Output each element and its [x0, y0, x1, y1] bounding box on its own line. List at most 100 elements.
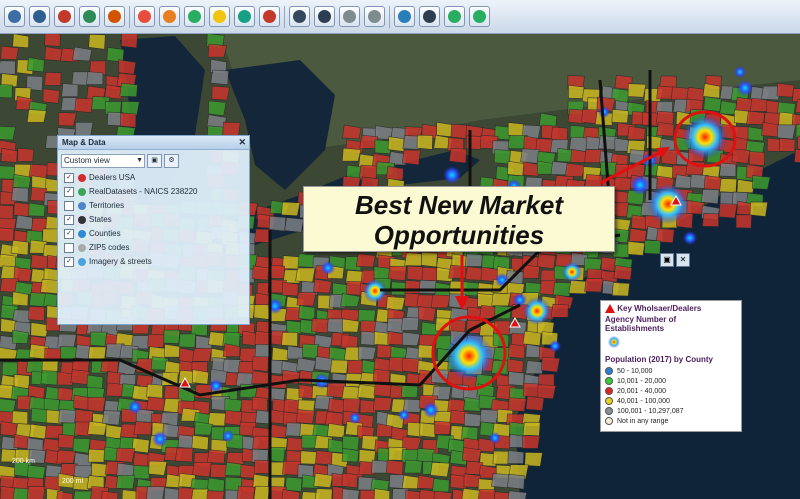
circle-outline-icon	[78, 215, 86, 224]
county-shape	[164, 343, 180, 358]
county-shape	[341, 447, 360, 463]
target-button[interactable]	[104, 6, 125, 27]
layer-checkbox[interactable]	[64, 242, 74, 253]
layers-icon	[188, 10, 201, 23]
county-shape	[416, 134, 434, 150]
ruler-button[interactable]	[339, 6, 360, 27]
county-shape	[0, 60, 16, 75]
county-shape	[298, 305, 316, 321]
county-shape	[313, 472, 333, 488]
close-icon[interactable]: ✕	[238, 136, 246, 149]
legend-range-row: Not in any range	[605, 416, 737, 426]
county-shape	[87, 396, 106, 413]
settings-icon[interactable]: ⚙	[164, 154, 179, 168]
county-shape	[655, 228, 675, 243]
layer-row[interactable]: ✓ Dealers USA	[64, 172, 249, 183]
layer-checkbox[interactable]: ✓	[64, 172, 74, 183]
county-shape	[703, 96, 722, 112]
table-button[interactable]	[419, 6, 440, 27]
layer-checkbox[interactable]: ✓	[64, 186, 74, 197]
county-shape	[0, 45, 19, 60]
county-shape	[252, 356, 269, 372]
county-shape	[56, 371, 74, 386]
county-shape	[507, 343, 526, 359]
layer-checkbox[interactable]: ✓	[64, 228, 74, 239]
chart-button[interactable]	[314, 6, 335, 27]
layer-label: Imagery & streets	[89, 257, 152, 266]
county-shape	[58, 409, 78, 424]
people-button[interactable]	[29, 6, 50, 27]
export-button[interactable]	[444, 6, 465, 27]
view-select-value: Custom view	[64, 156, 110, 165]
layers-button[interactable]	[184, 6, 205, 27]
heat-spot	[683, 115, 727, 159]
layer-row[interactable]: Territories	[64, 200, 249, 211]
county-shape	[491, 473, 510, 489]
layer-row[interactable]: ✓ Counties	[64, 228, 249, 239]
pin-icon	[58, 10, 71, 23]
layer-row[interactable]: ZIP5 codes	[64, 242, 249, 253]
county-shape	[355, 253, 376, 268]
county-shape	[702, 83, 721, 99]
county-shape	[313, 278, 333, 294]
county-shape	[479, 409, 500, 424]
save-button[interactable]	[4, 6, 25, 27]
county-shape	[627, 240, 646, 256]
map-ctrl-save-icon[interactable]: ▣	[660, 253, 674, 267]
county-shape	[87, 420, 108, 436]
circle-button[interactable]	[134, 6, 155, 27]
county-shape	[251, 396, 268, 412]
save-view-icon[interactable]: ▣	[147, 154, 162, 168]
heatmap-button[interactable]	[209, 6, 230, 27]
layer-row[interactable]: ✓ Imagery & streets	[64, 256, 249, 267]
county-shape	[436, 121, 454, 138]
county-shape	[385, 296, 406, 311]
callout-line-2: Opportunities	[373, 220, 545, 250]
ruler-icon	[343, 10, 356, 23]
county-shape	[0, 204, 14, 221]
county-shape	[342, 435, 360, 451]
legend-swatch	[605, 377, 613, 385]
county-shape	[191, 488, 209, 499]
county-shape	[421, 266, 439, 282]
legend-title-2: Agency Number of Establishments	[605, 315, 677, 333]
help-button[interactable]	[469, 6, 490, 27]
county-shape	[372, 368, 391, 384]
county-shape	[719, 162, 737, 177]
layer-checkbox[interactable]: ✓	[64, 256, 74, 267]
layer-row[interactable]: ✓ States	[64, 214, 249, 225]
county-shape	[15, 214, 33, 230]
layer-row[interactable]: ✓ RealDatasets - NAICS 238220	[64, 186, 249, 197]
route-button[interactable]	[234, 6, 255, 27]
county-shape	[224, 398, 244, 412]
county-shape	[736, 179, 755, 194]
layer-checkbox[interactable]	[64, 200, 74, 211]
county-shape	[416, 294, 434, 309]
map-ctrl-close-icon[interactable]: ✕	[676, 253, 690, 267]
heat-spot	[630, 175, 650, 195]
view-select[interactable]: Custom view ▼	[61, 154, 145, 168]
county-shape	[27, 486, 46, 499]
county-shape	[417, 344, 434, 359]
county-shape	[749, 201, 769, 217]
pin-button[interactable]	[54, 6, 75, 27]
print-button[interactable]	[364, 6, 385, 27]
county-shape	[703, 175, 722, 191]
county-shape	[211, 85, 230, 101]
county-shape	[418, 306, 437, 322]
world-button[interactable]	[394, 6, 415, 27]
territory-button[interactable]	[159, 6, 180, 27]
county-shape	[57, 333, 77, 348]
county-shape	[448, 147, 467, 164]
people-icon	[33, 10, 46, 23]
layer-label: RealDatasets - NAICS 238220	[89, 187, 198, 196]
county-shape	[550, 303, 569, 318]
county-shape	[296, 291, 317, 307]
delete-button[interactable]	[259, 6, 280, 27]
legend-ranges: 50 - 10,000 10,001 - 20,000 20,001 - 40,00…	[605, 366, 737, 426]
search-button[interactable]	[289, 6, 310, 27]
county-shape	[327, 423, 346, 438]
county-shape	[281, 281, 299, 297]
globe-button[interactable]	[79, 6, 100, 27]
layer-checkbox[interactable]: ✓	[64, 214, 74, 225]
